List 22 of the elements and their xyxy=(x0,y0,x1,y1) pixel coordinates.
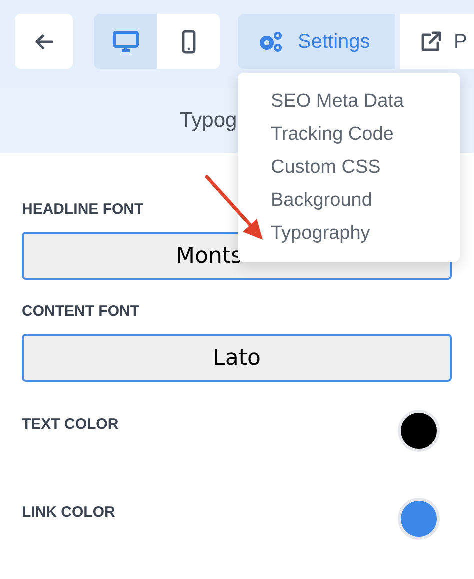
color-swatch[interactable] xyxy=(398,410,440,452)
menu-item[interactable]: Custom CSS xyxy=(271,156,381,180)
field-label: TEXT COLOR xyxy=(22,416,119,434)
field-label: HEADLINE FONT xyxy=(22,201,144,219)
font-select[interactable]: Lato xyxy=(22,334,452,382)
menu-item[interactable]: SEO Meta Data xyxy=(271,90,404,114)
monitor-icon xyxy=(112,30,138,52)
pointer-arrow xyxy=(203,174,266,242)
mobile-view-button[interactable] xyxy=(157,14,220,69)
settings-button[interactable]: Settings xyxy=(238,14,395,69)
field-label: LINK COLOR xyxy=(22,504,116,522)
back-button[interactable] xyxy=(15,14,73,69)
color-swatch[interactable] xyxy=(398,498,440,540)
menu-item[interactable]: Tracking Code xyxy=(271,123,394,147)
external-link-icon xyxy=(420,30,442,52)
back-arrow-icon xyxy=(35,34,53,50)
panel-title: Typog xyxy=(180,108,238,134)
menu-item[interactable]: Background xyxy=(271,189,372,213)
phone-icon xyxy=(182,30,196,54)
preview-button[interactable]: P xyxy=(400,14,474,69)
field-label: CONTENT FONT xyxy=(22,303,140,321)
gears-icon xyxy=(258,30,284,52)
